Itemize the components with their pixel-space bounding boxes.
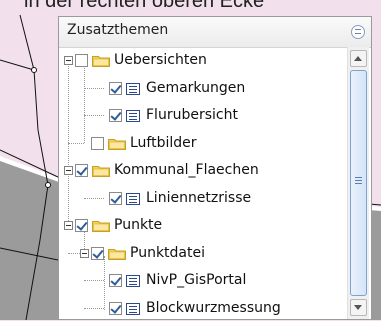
tree-node-label: Punkte <box>114 217 163 233</box>
panel-title: Zusatzthemen <box>67 22 169 38</box>
tree-node-label: Uebersichten <box>114 52 207 68</box>
tree-folder-node[interactable]: Luftbilder <box>61 133 347 155</box>
caption-text: in der rechten oberen Ecke <box>24 0 265 12</box>
collapse-node-icon[interactable] <box>80 248 89 258</box>
scroll-thumb[interactable] <box>350 70 367 296</box>
tree-node-label: Punktdatei <box>130 244 205 261</box>
tree-node-label: Luftbilder <box>130 134 197 151</box>
tree-guide-line <box>84 63 85 143</box>
tree-folder-node[interactable]: Kommunal_Flaechen <box>61 160 347 182</box>
layer-checkbox[interactable] <box>91 246 104 260</box>
tree-folder-node[interactable]: Punkte <box>61 215 347 237</box>
tree-node-label: Kommunal_Flaechen <box>114 162 259 178</box>
folder-icon <box>92 54 110 67</box>
layer-checkbox[interactable] <box>109 81 122 95</box>
tree-guide-line <box>84 197 104 199</box>
scrollbar[interactable] <box>347 47 369 319</box>
collapse-node-icon[interactable] <box>64 56 73 65</box>
collapse-icon[interactable] <box>351 25 365 39</box>
tree-node-label: NivP_GisPortal <box>146 272 247 288</box>
scroll-up-icon[interactable] <box>350 50 367 67</box>
tree-node-label: Gemarkungen <box>146 79 246 96</box>
tree-folder-node[interactable]: Punktdatei <box>61 243 347 265</box>
tree-node-label: Flurubersicht <box>146 107 238 123</box>
layer-checkbox[interactable] <box>75 219 88 232</box>
tree-guide-line <box>84 115 104 116</box>
layer-icon <box>126 192 140 205</box>
layer-icon <box>126 275 140 287</box>
panel-header[interactable]: Zusatzthemen <box>59 17 371 48</box>
scroll-down-icon[interactable] <box>350 299 367 316</box>
layer-tree: Uebersichten Gemarkungen Flurubersicht Luft… <box>61 47 347 321</box>
tree-guide-line <box>84 280 104 281</box>
folder-icon <box>92 164 110 177</box>
tree-guide-line <box>84 307 104 309</box>
caption-fragment: in der rechten oberen Ecke <box>0 0 381 13</box>
layer-checkbox[interactable] <box>109 274 122 287</box>
layer-checkbox[interactable] <box>75 164 88 177</box>
layer-checkbox[interactable] <box>91 136 104 150</box>
tree-guide-line <box>84 87 104 89</box>
tree-folder-node[interactable]: Uebersichten <box>61 50 347 72</box>
layer-panel: Zusatzthemen Uebersichten Gemarkungen Flur… <box>58 16 372 320</box>
layer-icon <box>126 110 140 122</box>
tree-node-label: Blockwurzmessung <box>146 299 281 316</box>
folder-icon <box>108 137 126 150</box>
tree-layer-node[interactable]: Flurubersicht <box>61 105 347 127</box>
tree-layer-node[interactable]: Blockwurzmessung <box>61 298 347 320</box>
folder-icon <box>92 219 110 232</box>
layer-checkbox[interactable] <box>75 54 88 67</box>
tree-layer-node[interactable]: Gemarkungen <box>61 78 347 100</box>
layer-icon <box>126 82 140 95</box>
folder-icon <box>108 247 126 260</box>
layer-checkbox[interactable] <box>109 109 122 122</box>
layer-icon <box>126 302 140 315</box>
tree-layer-node[interactable]: NivP_GisPortal <box>61 270 347 292</box>
collapse-node-icon[interactable] <box>64 166 73 175</box>
layer-checkbox[interactable] <box>109 301 122 315</box>
layer-checkbox[interactable] <box>109 191 122 205</box>
collapse-node-icon[interactable] <box>64 221 73 230</box>
tree-node-label: Liniennetzrisse <box>146 189 252 206</box>
tree-guide-line <box>68 142 84 144</box>
tree-layer-node[interactable]: Liniennetzrisse <box>61 188 347 210</box>
